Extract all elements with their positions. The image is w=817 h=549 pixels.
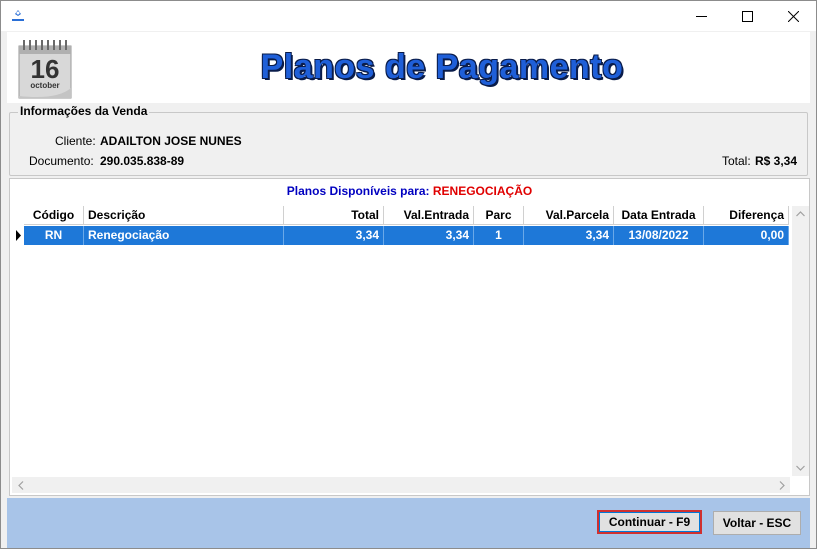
cell-description: Renegociação	[84, 226, 284, 245]
scroll-down-button[interactable]	[792, 460, 809, 476]
document-label: Documento:	[29, 154, 94, 168]
scroll-up-button[interactable]	[792, 206, 809, 222]
cell-down-payment: 3,34	[384, 226, 474, 245]
total-label: Total:	[722, 154, 751, 168]
column-header[interactable]: Código	[24, 206, 84, 225]
cell-installment-value: 3,34	[524, 226, 614, 245]
client-value: ADAILTON JOSE NUNES	[100, 134, 242, 148]
app-logo-icon	[12, 10, 24, 21]
column-header[interactable]: Total	[284, 206, 384, 225]
plans-panel: Planos Disponíveis para: RENEGOCIAÇÃO Có…	[9, 178, 810, 496]
maximize-button[interactable]	[724, 1, 770, 31]
scroll-right-button[interactable]	[773, 477, 790, 493]
plans-title-label: Planos Disponíveis para:	[286, 184, 430, 198]
plans-title-type: RENEGOCIAÇÃO	[432, 184, 533, 198]
minimize-button[interactable]	[678, 1, 724, 31]
grid-header: Código Descrição Total Val.Entrada Parc …	[24, 206, 789, 225]
minimize-icon	[695, 15, 707, 17]
cell-difference: 0,00	[704, 226, 789, 245]
column-header[interactable]: Parc	[474, 206, 524, 225]
column-header[interactable]: Data Entrada	[614, 206, 704, 225]
cell-installments: 1	[474, 226, 524, 245]
chevron-down-icon	[796, 465, 805, 471]
cell-code: RN	[24, 226, 84, 245]
column-header[interactable]: Descrição	[84, 206, 284, 225]
scroll-left-button[interactable]	[12, 477, 29, 493]
cell-entry-date: 13/08/2022	[614, 226, 704, 245]
sale-info-legend: Informações da Venda	[18, 104, 150, 118]
maximize-icon	[741, 10, 753, 22]
row-indicator-icon	[16, 230, 21, 241]
back-button[interactable]: Voltar - ESC	[713, 511, 801, 535]
close-icon	[787, 10, 799, 22]
sale-info-group: Informações da Venda Cliente: ADAILTON J…	[9, 104, 808, 176]
page-title: Planos de Pagamento	[260, 48, 624, 86]
column-header[interactable]: Diferença	[704, 206, 789, 225]
cell-total: 3,34	[284, 226, 384, 245]
vertical-scrollbar[interactable]	[792, 206, 809, 476]
chevron-right-icon	[779, 480, 785, 490]
title-bar	[1, 1, 816, 31]
plans-grid[interactable]: Código Descrição Total Val.Entrada Parc …	[12, 206, 790, 476]
close-button[interactable]	[770, 1, 816, 31]
column-header[interactable]: Val.Parcela	[524, 206, 614, 225]
table-row[interactable]: RN Renegociação 3,34 3,34 1 3,34 13/08/2…	[24, 226, 789, 245]
main-window: 16 october Planos de Pagamento Informaçõ…	[0, 0, 817, 549]
total-value: R$ 3,34	[755, 154, 798, 168]
column-header[interactable]: Val.Entrada	[384, 206, 474, 225]
client-label: Cliente:	[55, 134, 96, 148]
horizontal-scrollbar[interactable]	[12, 477, 790, 493]
document-value: 290.035.838-89	[100, 154, 185, 168]
chevron-left-icon	[17, 480, 23, 490]
header-banner: 16 october Planos de Pagamento	[7, 32, 810, 103]
plans-title: Planos Disponíveis para: RENEGOCIAÇÃO	[10, 184, 809, 198]
chevron-up-icon	[796, 211, 805, 217]
continue-button[interactable]: Continuar - F9	[597, 510, 702, 534]
footer-bar: Continuar - F9 Voltar - ESC	[7, 498, 810, 548]
